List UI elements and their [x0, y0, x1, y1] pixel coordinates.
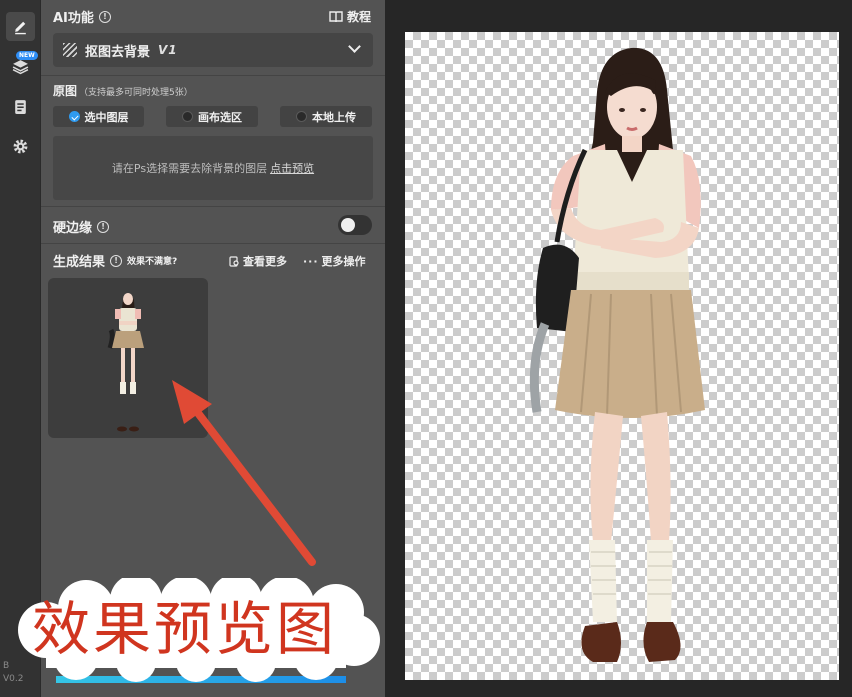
new-badge: NEW	[16, 51, 38, 60]
results-title: 生成结果 ! 效果不满意?	[53, 251, 177, 270]
brush-tool-button[interactable]	[6, 12, 35, 41]
radio-unchecked-icon	[296, 111, 307, 122]
book-icon	[329, 10, 343, 22]
view-more-button[interactable]: 查看更多	[229, 253, 287, 269]
divider	[41, 75, 385, 76]
clipboard-tool-button[interactable]	[6, 92, 35, 121]
divider	[41, 206, 385, 207]
brush-icon	[15, 21, 26, 35]
tutorial-label: 教程	[346, 10, 371, 24]
person-cutout-preview	[529, 47, 705, 662]
option-canvas-selection[interactable]: 画布选区	[166, 106, 258, 127]
more-actions-button[interactable]: ··· 更多操作	[303, 253, 366, 269]
source-section-label: 原图 （支持最多可同时处理5张）	[53, 82, 193, 99]
option-selected-layer[interactable]: 选中图层	[53, 106, 144, 127]
function-select-version: V1	[158, 43, 178, 57]
unsatisfied-link[interactable]: 效果不满意?	[127, 254, 177, 267]
source-label: 原图	[53, 84, 78, 98]
settings-tool-button[interactable]	[6, 132, 35, 161]
caption-text: 效果预览图	[32, 595, 338, 663]
dropzone-text: 请在Ps选择需要去除背景的图层	[111, 162, 268, 175]
app-window: NEW B V0.2 AI功能 ! 教程 抠图去背景 V1 原图 （支持最多可同…	[0, 0, 852, 697]
layers-icon	[12, 60, 29, 75]
gear-icon	[13, 139, 28, 154]
source-dropzone[interactable]: 请在Ps选择需要去除背景的图层 点击预览	[53, 136, 373, 200]
result-thumbnail[interactable]	[48, 278, 208, 438]
function-select-label: 抠图去背景	[85, 44, 151, 60]
panel-title-text: AI功能	[53, 11, 94, 26]
source-hint: （支持最多可同时处理5张）	[79, 88, 193, 98]
divider	[41, 243, 385, 244]
info-icon[interactable]: !	[97, 220, 110, 233]
preview-link[interactable]: 点击预览	[270, 160, 314, 176]
radio-checked-icon	[68, 111, 80, 122]
search-doc-icon	[229, 255, 239, 267]
radio-unchecked-icon	[182, 111, 193, 122]
option-local-upload[interactable]: 本地上传	[280, 106, 372, 127]
hard-edge-label: 硬边缘	[53, 221, 93, 236]
tutorial-link[interactable]: 教程	[329, 8, 371, 25]
panel-header: AI功能 ! 教程	[41, 0, 385, 32]
panel-title: AI功能 !	[53, 7, 111, 26]
more-actions-label: 更多操作	[321, 255, 366, 268]
preview-canvas	[405, 32, 839, 680]
option-label: 画布选区	[198, 110, 242, 124]
function-select[interactable]: 抠图去背景 V1	[53, 33, 373, 67]
info-icon[interactable]: !	[98, 10, 111, 23]
hard-edge-toggle[interactable]	[338, 215, 372, 235]
results-header: 生成结果 ! 效果不满意? 查看更多 ··· 更多操作	[41, 251, 385, 271]
ellipsis-icon: ···	[303, 254, 319, 268]
chevron-down-icon	[348, 40, 361, 53]
info-icon: !	[110, 254, 123, 267]
cutout-icon	[63, 43, 77, 57]
results-label: 生成结果	[53, 255, 106, 270]
person-cutout-thumbnail	[107, 293, 144, 432]
option-label: 选中图层	[84, 110, 129, 124]
hard-edge-row: 硬边缘 !	[53, 217, 110, 236]
view-more-label: 查看更多	[243, 255, 287, 268]
clipboard-icon	[15, 100, 26, 114]
option-label: 本地上传	[312, 110, 356, 124]
